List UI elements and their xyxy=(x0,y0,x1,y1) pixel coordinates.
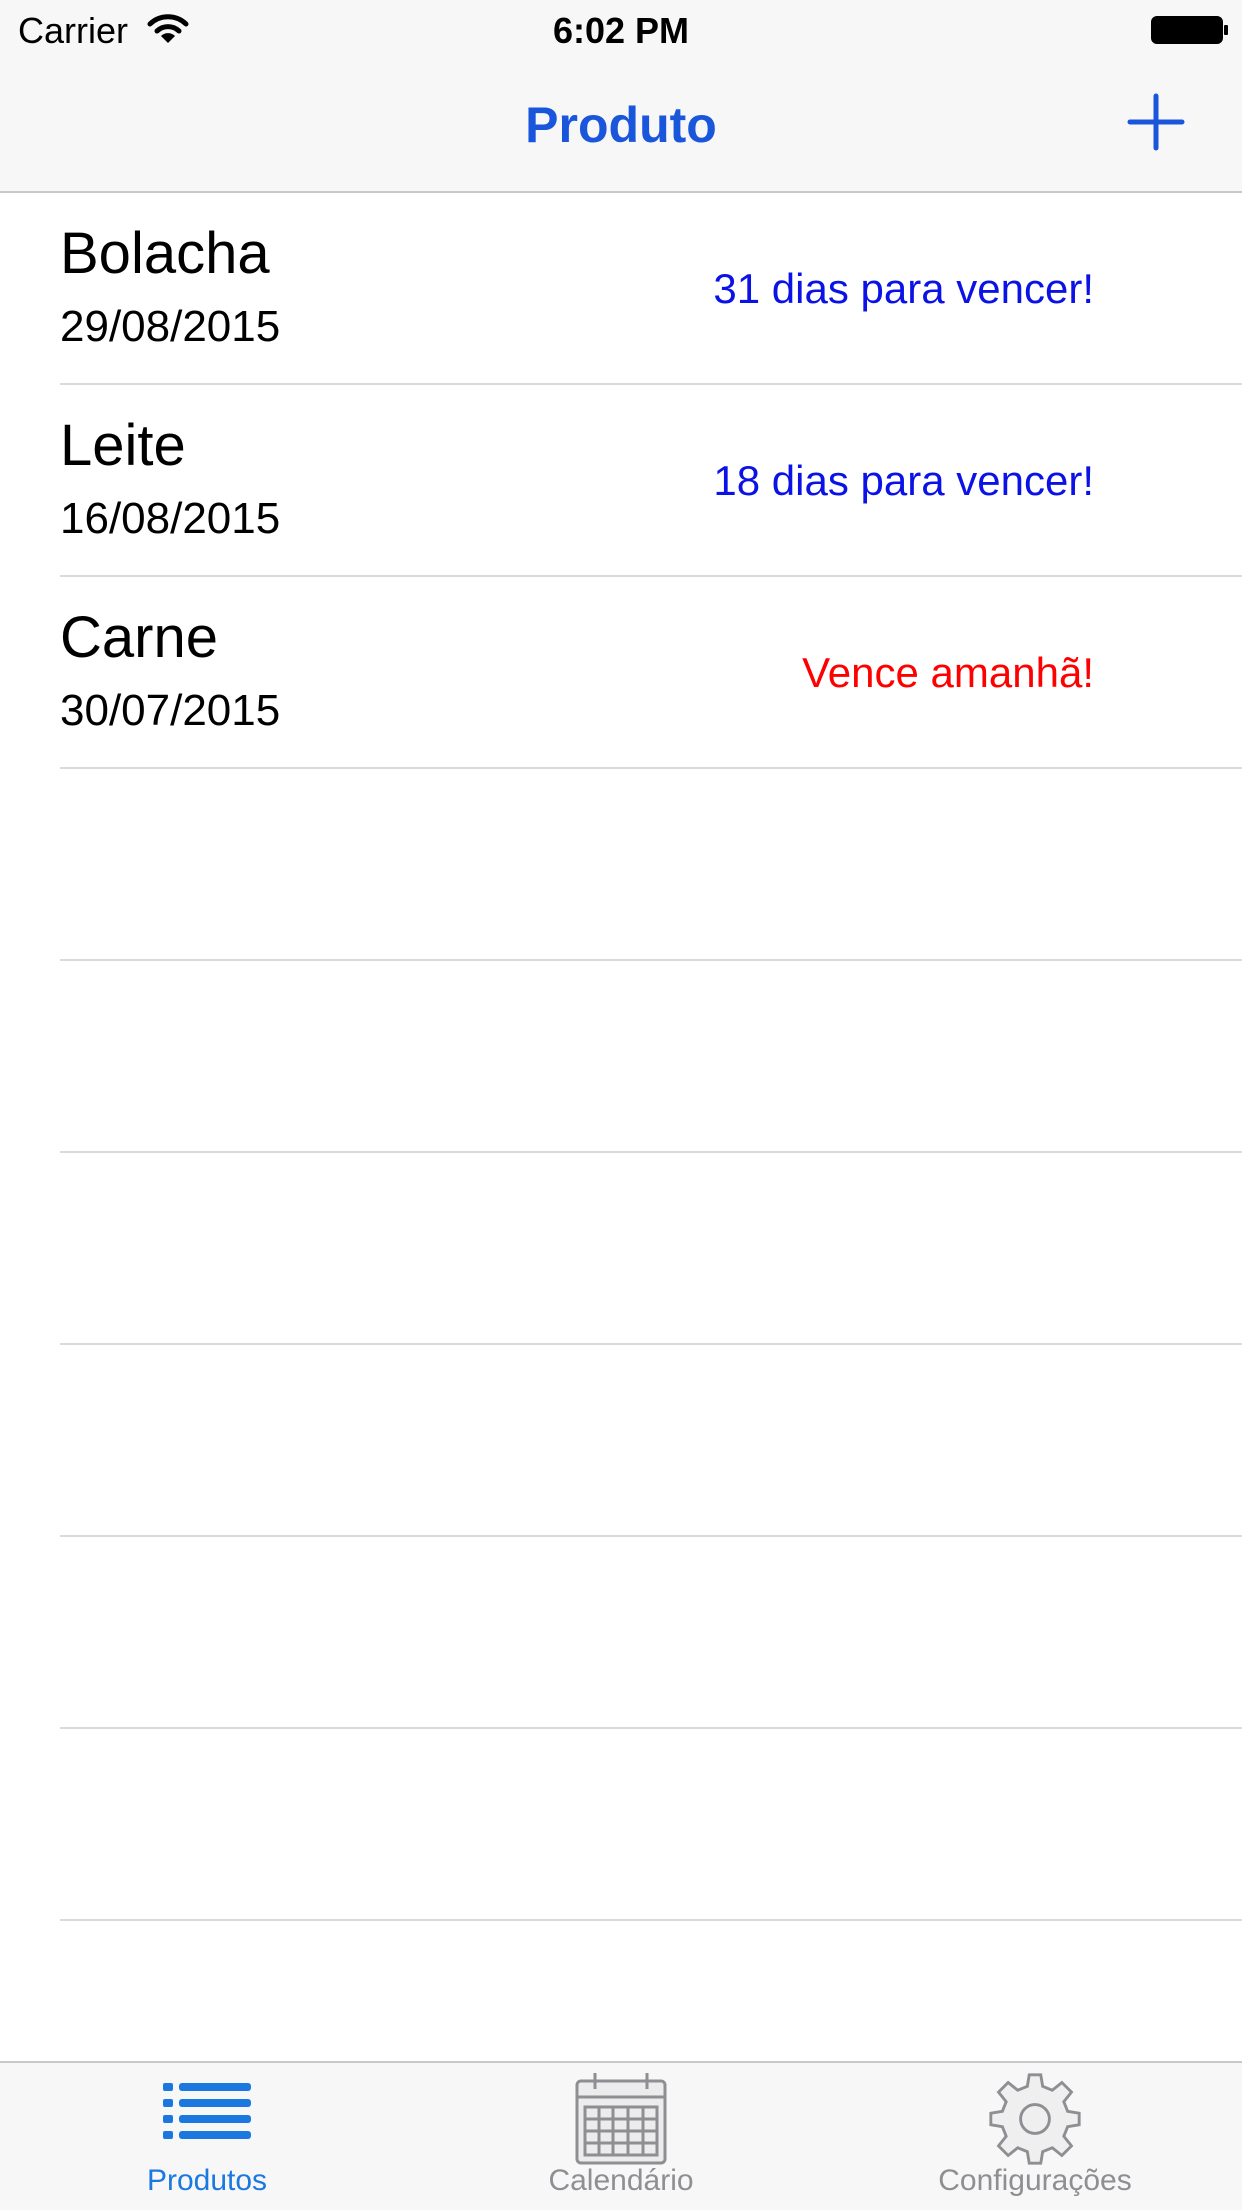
page-title: Produto xyxy=(525,97,717,153)
empty-row xyxy=(0,1537,1242,1729)
expiry-status: 18 dias para vencer! xyxy=(713,457,1094,504)
product-row[interactable]: Carne 30/07/2015 Vence amanhã! xyxy=(0,577,1242,769)
empty-row xyxy=(0,1153,1242,1345)
add-product-button[interactable] xyxy=(1126,92,1186,152)
empty-row xyxy=(0,1729,1242,1921)
product-row[interactable]: Leite 16/08/2015 18 dias para vencer! xyxy=(0,385,1242,577)
gear-icon xyxy=(989,2073,1081,2165)
clock: 6:02 PM xyxy=(552,10,690,51)
tab-produtos[interactable]: Produtos xyxy=(0,2063,414,2210)
empty-row xyxy=(0,961,1242,1153)
empty-row xyxy=(0,1345,1242,1537)
product-date: 29/08/2015 xyxy=(60,302,281,351)
status-bar: Carrier 6:02 PM xyxy=(0,0,1242,62)
calendar-icon xyxy=(575,2073,667,2165)
empty-row xyxy=(0,769,1242,961)
product-list: Bolacha 29/08/2015 31 dias para vencer! … xyxy=(0,193,1242,1921)
tab-label: Calendário xyxy=(548,2164,694,2197)
tab-label: Configurações xyxy=(938,2164,1132,2197)
battery-icon xyxy=(1151,16,1228,44)
tab-label: Produtos xyxy=(146,2164,268,2197)
list-icon xyxy=(163,2083,251,2139)
product-date: 30/07/2015 xyxy=(60,686,281,735)
product-date: 16/08/2015 xyxy=(60,494,281,543)
row-separator xyxy=(60,1919,1242,1921)
expiry-status: 31 dias para vencer! xyxy=(713,265,1094,312)
plus-icon xyxy=(1127,93,1185,151)
navigation-bar: Produto xyxy=(0,62,1242,193)
product-name: Carne xyxy=(60,605,218,670)
tab-bar: Produtos Calendário Configurações xyxy=(0,2061,1242,2210)
expiry-status: Vence amanhã! xyxy=(802,649,1094,696)
product-row[interactable]: Bolacha 29/08/2015 31 dias para vencer! xyxy=(0,193,1242,385)
product-name: Leite xyxy=(60,413,186,478)
product-name: Bolacha xyxy=(60,221,270,286)
tab-configuracoes[interactable]: Configurações xyxy=(828,2063,1242,2210)
tab-calendario[interactable]: Calendário xyxy=(414,2063,828,2210)
